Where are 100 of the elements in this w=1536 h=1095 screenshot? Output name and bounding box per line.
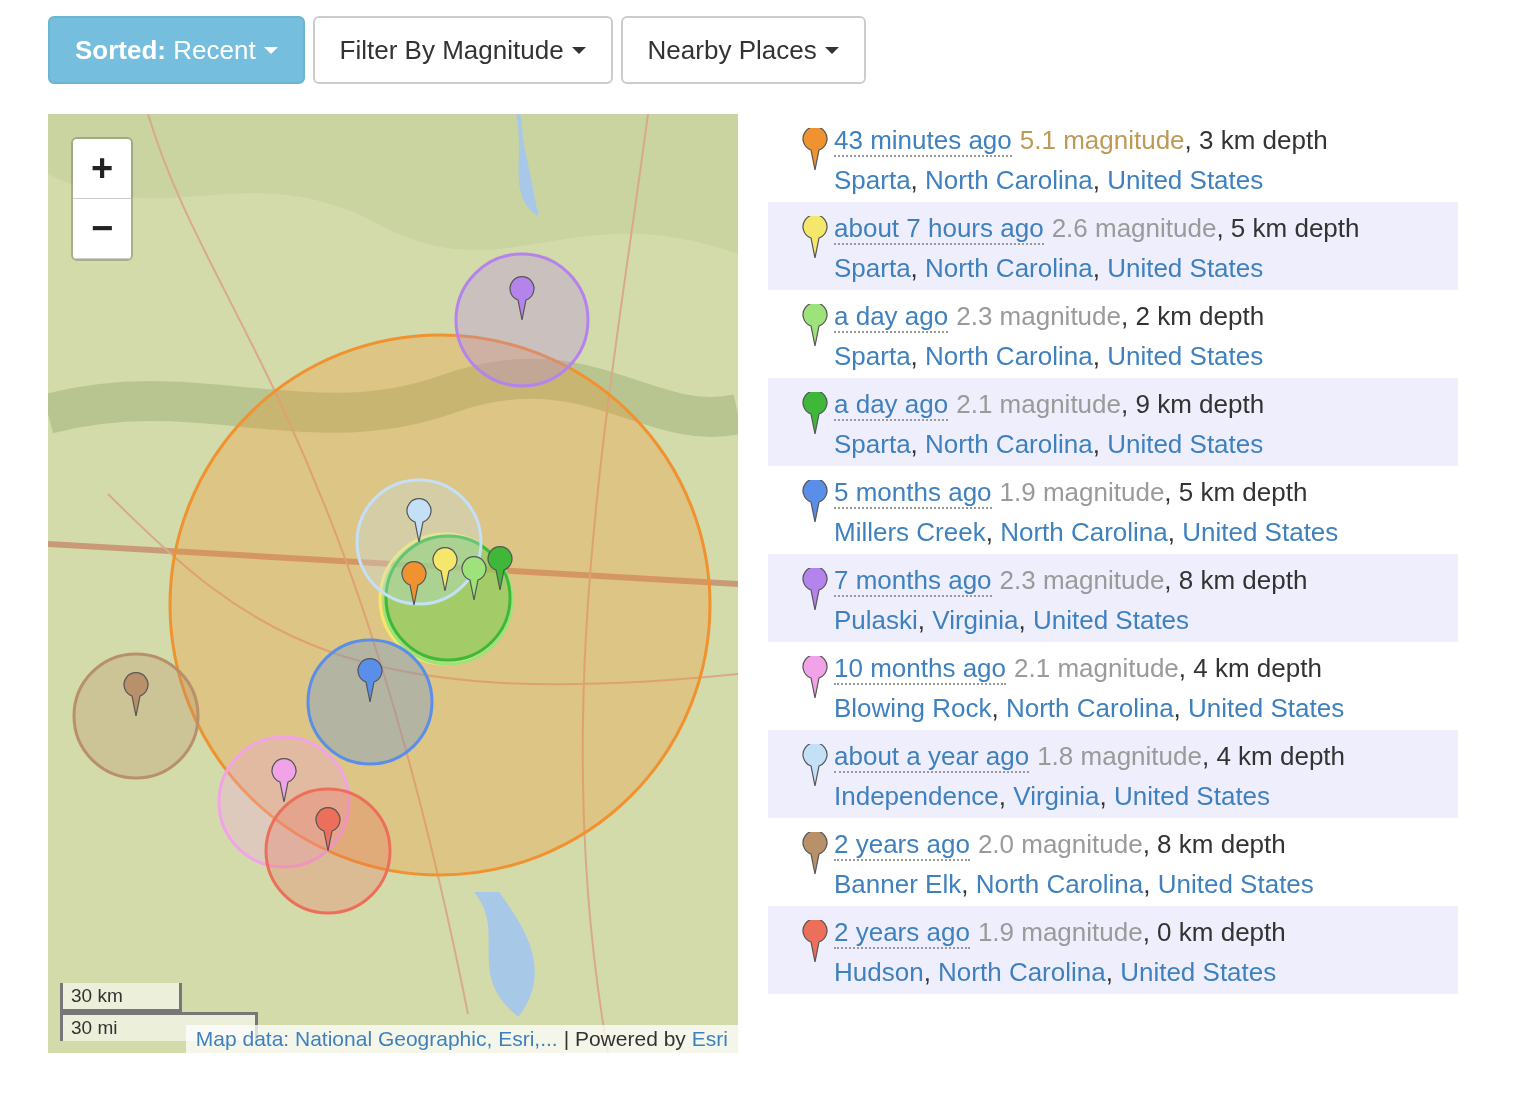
place-link[interactable]: United States (1107, 165, 1264, 195)
place-link[interactable]: United States (1107, 253, 1264, 283)
place-link[interactable]: United States (1182, 517, 1339, 547)
map-pin-icon[interactable] (123, 672, 149, 717)
map-pin-icon[interactable] (271, 758, 297, 803)
place-link[interactable]: North Carolina (1000, 517, 1168, 547)
magnitude-text: 1.9 magnitude (999, 477, 1165, 507)
comma-text: , (1167, 517, 1176, 547)
depth-text: , 4 km depth (1201, 741, 1346, 771)
place-link[interactable]: United States (1114, 781, 1271, 811)
map-pin-icon (802, 832, 828, 876)
place-link[interactable]: United States (1107, 341, 1264, 371)
time-link[interactable]: 7 months ago (834, 565, 992, 597)
comma-text: , (961, 869, 970, 899)
place-link[interactable]: United States (1120, 957, 1277, 987)
comma-text: , (998, 781, 1008, 811)
comma-text: , (1099, 781, 1108, 811)
map-pin-icon[interactable] (432, 547, 458, 592)
depth-text: , 9 km depth (1121, 389, 1265, 419)
comma-text: , (1092, 341, 1101, 371)
attribution-link[interactable]: Map data: National Geographic, Esri,... (195, 1027, 558, 1051)
map-pin-icon[interactable] (357, 658, 383, 703)
time-link[interactable]: 5 months ago (834, 477, 992, 509)
magnitude-text: 2.0 magnitude (977, 829, 1143, 859)
place-link[interactable]: United States (1107, 429, 1264, 459)
time-link[interactable]: 2 years ago (834, 917, 970, 949)
place-link[interactable]: North Carolina (938, 957, 1106, 987)
comma-text: , (1018, 605, 1027, 635)
comma-text: , (991, 693, 1000, 723)
magnitude-text: 2.1 magnitude (1014, 653, 1179, 683)
place-link[interactable]: Virginia (1013, 781, 1100, 811)
time-link[interactable]: 2 years ago (834, 829, 970, 861)
dropdown-button[interactable]: Nearby Places (620, 16, 866, 84)
depth-text: , 3 km depth (1184, 125, 1328, 155)
time-link[interactable]: a day ago (834, 389, 949, 421)
map-pin-icon[interactable] (406, 498, 432, 543)
comma-text: , (923, 957, 932, 987)
comma-text: , (910, 429, 919, 459)
map-view[interactable]: + − 30 km 30 mi Map data: National Geographic, Esri,... | Powered by Esri (48, 114, 738, 1053)
map-pin-icon (802, 128, 828, 172)
place-link[interactable]: Sparta (834, 429, 911, 459)
place-link[interactable]: North Carolina (925, 429, 1093, 459)
comma-text: , (1143, 869, 1152, 899)
map-pin-icon[interactable] (461, 556, 487, 601)
scale-bar: 30 km (60, 983, 182, 1012)
comma-text: , (1173, 693, 1182, 723)
place-link[interactable]: North Carolina (925, 341, 1093, 371)
comma-text: , (1092, 253, 1101, 283)
magnitude-text: 5.1 magnitude (1019, 125, 1185, 155)
place-link[interactable]: Blowing Rock (834, 693, 992, 723)
place-link[interactable]: Independence (834, 781, 999, 811)
time-link[interactable]: a day ago (834, 301, 949, 333)
place-link[interactable]: Millers Creek (834, 517, 986, 547)
place-link[interactable]: Pulaski (834, 605, 918, 635)
place-link[interactable]: North Carolina (925, 165, 1093, 195)
place-link[interactable]: North Carolina (1005, 693, 1174, 723)
dropdown-button[interactable]: Filter By Magnitude (312, 16, 613, 84)
place-link[interactable]: Banner Elk (834, 869, 962, 899)
dropdown-button[interactable]: Sorted: Recent (48, 16, 305, 84)
esri-link[interactable]: Esri (691, 1027, 728, 1051)
place-link[interactable]: Sparta (834, 341, 911, 371)
magnitude-text: 1.9 magnitude (977, 917, 1143, 947)
time-link[interactable]: about a year ago (834, 741, 1030, 773)
depth-text: , 4 km depth (1178, 653, 1322, 683)
zoom-out-button[interactable]: − (73, 199, 131, 259)
place-link[interactable]: North Carolina (925, 253, 1093, 283)
place-link[interactable]: Virginia (932, 605, 1019, 635)
comma-text: , (985, 517, 994, 547)
map-pin-icon[interactable] (315, 807, 341, 852)
time-link[interactable]: about 7 hours ago (834, 213, 1044, 245)
comma-text: , (1092, 165, 1101, 195)
time-link[interactable]: 43 minutes ago (834, 125, 1012, 157)
place-link[interactable]: United States (1033, 605, 1190, 635)
place-link[interactable]: United States (1188, 693, 1345, 723)
magnitude-text: 2.3 magnitude (956, 301, 1121, 331)
zoom-in-button[interactable]: + (73, 139, 131, 199)
comma-text: , (1105, 957, 1114, 987)
place-link[interactable]: United States (1157, 869, 1314, 899)
comma-text: , (910, 165, 919, 195)
map-pin-icon (802, 656, 828, 700)
place-link[interactable]: Sparta (834, 253, 911, 283)
map-pin-icon[interactable] (401, 561, 427, 606)
depth-text: , 0 km depth (1142, 917, 1286, 947)
map-pin-icon[interactable] (509, 276, 535, 321)
map-pin-icon (802, 216, 828, 260)
place-link[interactable]: North Carolina (975, 869, 1144, 899)
map-pin-icon (802, 744, 828, 788)
map-pin-icon[interactable] (487, 546, 513, 591)
map-pin-icon (802, 568, 828, 612)
magnitude-text: 2.6 magnitude (1051, 213, 1217, 243)
attribution-text: | Powered by (563, 1027, 686, 1051)
depth-text: , 2 km depth (1121, 301, 1265, 331)
time-link[interactable]: 10 months ago (834, 653, 1006, 685)
magnitude-text: 2.1 magnitude (956, 389, 1121, 419)
comma-text: , (1092, 429, 1101, 459)
depth-text: , 5 km depth (1164, 477, 1308, 507)
depth-text: , 8 km depth (1164, 565, 1308, 595)
map-pin-icon (802, 480, 828, 524)
place-link[interactable]: Hudson (834, 957, 924, 987)
place-link[interactable]: Sparta (834, 165, 911, 195)
